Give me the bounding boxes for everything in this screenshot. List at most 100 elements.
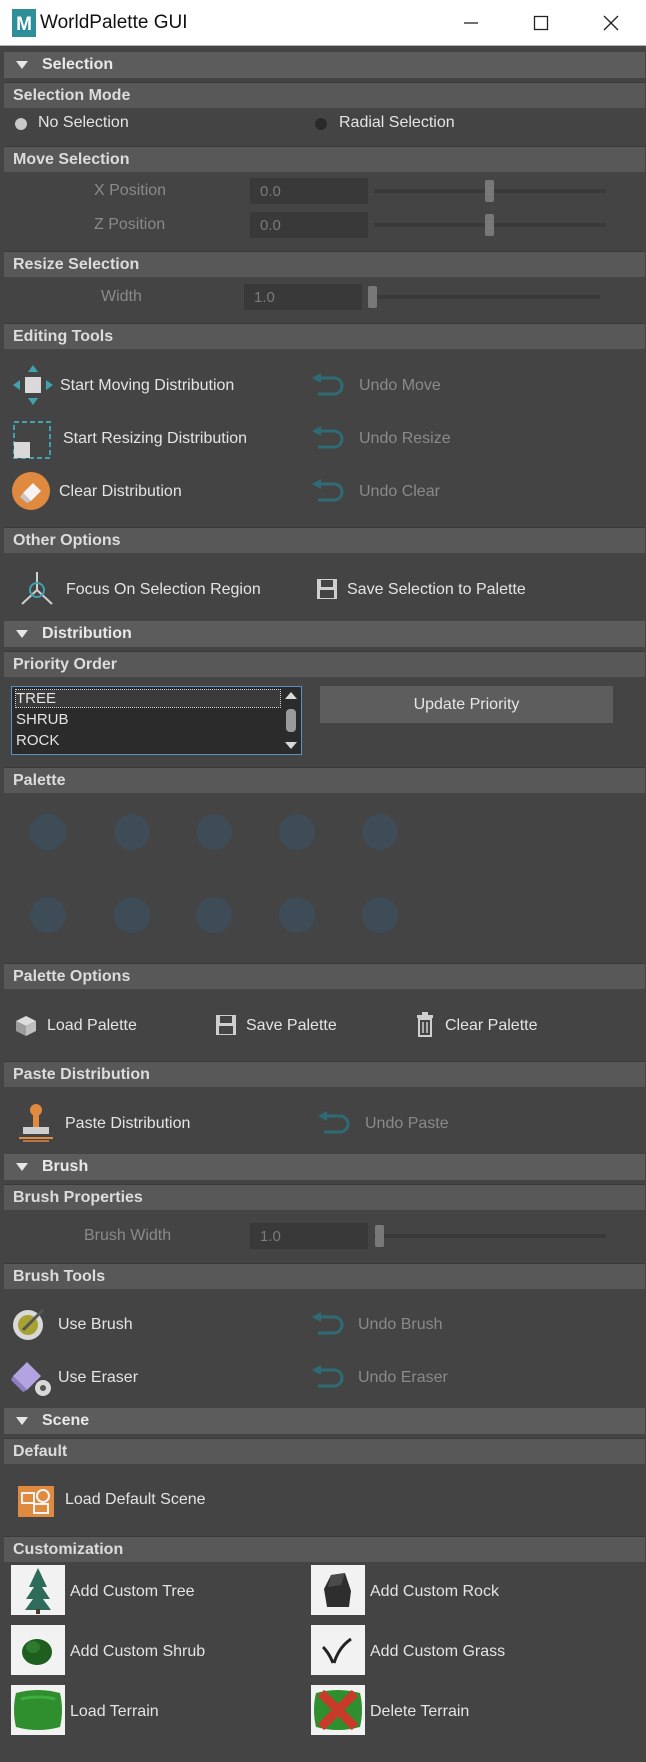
priority-item-shrub[interactable]: SHRUB xyxy=(16,711,69,728)
radio-radial-selection[interactable] xyxy=(315,118,327,130)
scene-shapes-icon[interactable] xyxy=(17,1480,55,1518)
undo-clear-button[interactable]: Undo Clear xyxy=(359,483,440,501)
subsection-brush-properties: Brush Properties xyxy=(4,1184,645,1210)
close-button[interactable] xyxy=(576,0,646,46)
load-palette-button[interactable]: Load Palette xyxy=(47,1017,137,1035)
width-slider-handle[interactable] xyxy=(368,286,377,308)
palette-slot[interactable] xyxy=(279,897,315,933)
palette-slot[interactable] xyxy=(196,897,232,933)
section-distribution[interactable]: Distribution xyxy=(4,621,645,647)
customization-label: Customization xyxy=(13,1541,124,1558)
priority-list[interactable]: TREE SHRUB ROCK xyxy=(11,686,302,755)
clear-palette-button[interactable]: Clear Palette xyxy=(445,1017,538,1035)
resize-region-icon[interactable] xyxy=(11,419,53,461)
move-arrows-icon[interactable] xyxy=(11,363,55,407)
section-brush[interactable]: Brush xyxy=(4,1154,645,1180)
paste-stamp-icon[interactable] xyxy=(17,1103,55,1143)
palette-slot[interactable] xyxy=(114,897,150,933)
use-brush-button[interactable]: Use Brush xyxy=(58,1316,133,1334)
x-position-slider-handle[interactable] xyxy=(485,180,494,202)
grass-thumbnail-icon[interactable] xyxy=(311,1625,365,1675)
window-title: WorldPalette GUI xyxy=(40,12,188,33)
palette-slot[interactable] xyxy=(30,897,66,933)
minimize-icon xyxy=(464,22,478,24)
save-palette-button[interactable]: Save Palette xyxy=(246,1017,337,1035)
load-terrain-button[interactable]: Load Terrain xyxy=(70,1703,159,1721)
close-icon xyxy=(603,15,619,31)
subsection-brush-tools: Brush Tools xyxy=(4,1263,645,1289)
undo-paste-button[interactable]: Undo Paste xyxy=(365,1115,449,1133)
priority-list-scrollbar[interactable] xyxy=(283,689,299,752)
undo-eraser-button[interactable]: Undo Eraser xyxy=(358,1369,448,1387)
shrub-thumbnail-icon[interactable] xyxy=(11,1625,65,1675)
eraser-icon[interactable] xyxy=(9,1356,53,1398)
load-default-scene-button[interactable]: Load Default Scene xyxy=(65,1491,206,1509)
radio-no-selection-label[interactable]: No Selection xyxy=(38,114,129,132)
section-selection-label: Selection xyxy=(42,56,114,73)
terrain-thumbnail-icon[interactable] xyxy=(11,1685,65,1735)
subsection-default: Default xyxy=(4,1438,645,1464)
undo-resize-button[interactable]: Undo Resize xyxy=(359,430,451,448)
load-box-icon[interactable] xyxy=(14,1014,38,1038)
brush-width-field[interactable]: 1.0 xyxy=(250,1223,368,1249)
undo-move-button[interactable]: Undo Move xyxy=(359,377,441,395)
brush-properties-label: Brush Properties xyxy=(13,1189,143,1206)
save-selection-to-palette-button[interactable]: Save Selection to Palette xyxy=(347,581,526,599)
resize-selection-label: Resize Selection xyxy=(13,256,140,273)
priority-item-tree[interactable]: TREE xyxy=(15,689,281,708)
priority-item-rock[interactable]: ROCK xyxy=(16,732,59,749)
logo-letter: M xyxy=(16,14,32,35)
start-resizing-distribution-button[interactable]: Start Resizing Distribution xyxy=(63,430,247,448)
minimize-button[interactable] xyxy=(436,0,506,46)
start-moving-distribution-button[interactable]: Start Moving Distribution xyxy=(60,377,234,395)
z-position-label: Z Position xyxy=(94,216,166,233)
subsection-priority-order: Priority Order xyxy=(4,651,645,677)
add-custom-grass-button[interactable]: Add Custom Grass xyxy=(370,1643,505,1661)
delete-terrain-thumbnail-icon[interactable] xyxy=(311,1685,365,1735)
save-floppy-icon[interactable] xyxy=(215,1014,237,1036)
palette-slot[interactable] xyxy=(114,814,150,850)
rock-thumbnail-icon[interactable] xyxy=(311,1565,365,1615)
brush-icon[interactable] xyxy=(11,1306,47,1342)
save-floppy-icon[interactable] xyxy=(316,578,338,600)
brush-width-slider-handle[interactable] xyxy=(375,1225,384,1247)
z-position-field[interactable]: 0.0 xyxy=(250,212,368,238)
focus-region-icon[interactable] xyxy=(18,570,56,610)
add-custom-tree-button[interactable]: Add Custom Tree xyxy=(70,1583,195,1601)
palette-slot[interactable] xyxy=(279,814,315,850)
add-custom-rock-button[interactable]: Add Custom Rock xyxy=(370,1583,499,1601)
palette-slot[interactable] xyxy=(196,814,232,850)
radio-no-selection[interactable] xyxy=(15,118,27,130)
palette-slot[interactable] xyxy=(30,814,66,850)
maximize-button[interactable] xyxy=(506,0,576,46)
undo-paste-icon xyxy=(316,1111,352,1137)
palette-slot[interactable] xyxy=(362,814,398,850)
editing-tools-label: Editing Tools xyxy=(13,328,114,345)
palette-slot[interactable] xyxy=(362,897,398,933)
title-bar[interactable]: M WorldPalette GUI xyxy=(0,0,646,46)
subsection-palette-options: Palette Options xyxy=(4,963,645,989)
brush-width-slider[interactable] xyxy=(374,1234,606,1238)
x-position-field[interactable]: 0.0 xyxy=(250,178,368,204)
z-position-slider-handle[interactable] xyxy=(485,214,494,236)
section-selection[interactable]: Selection xyxy=(4,52,645,78)
clear-eraser-icon[interactable] xyxy=(11,471,51,511)
undo-brush-button[interactable]: Undo Brush xyxy=(358,1316,443,1334)
collapse-arrow-icon xyxy=(16,1417,28,1425)
tree-thumbnail-icon[interactable] xyxy=(11,1565,65,1615)
trash-icon[interactable] xyxy=(415,1012,435,1038)
undo-eraser-icon xyxy=(310,1365,346,1391)
width-field[interactable]: 1.0 xyxy=(244,284,362,310)
focus-on-selection-region-button[interactable]: Focus On Selection Region xyxy=(66,581,261,599)
section-scene[interactable]: Scene xyxy=(4,1408,645,1434)
use-eraser-button[interactable]: Use Eraser xyxy=(58,1369,138,1387)
add-custom-shrub-button[interactable]: Add Custom Shrub xyxy=(70,1643,205,1661)
delete-terrain-button[interactable]: Delete Terrain xyxy=(370,1703,469,1721)
radio-radial-selection-label[interactable]: Radial Selection xyxy=(339,114,455,132)
paste-distribution-button[interactable]: Paste Distribution xyxy=(65,1115,190,1133)
width-slider[interactable] xyxy=(368,295,600,299)
clear-distribution-button[interactable]: Clear Distribution xyxy=(59,483,182,501)
update-priority-button[interactable]: Update Priority xyxy=(320,686,613,723)
width-label: Width xyxy=(101,288,142,305)
subsection-selection-mode: Selection Mode xyxy=(4,82,645,108)
